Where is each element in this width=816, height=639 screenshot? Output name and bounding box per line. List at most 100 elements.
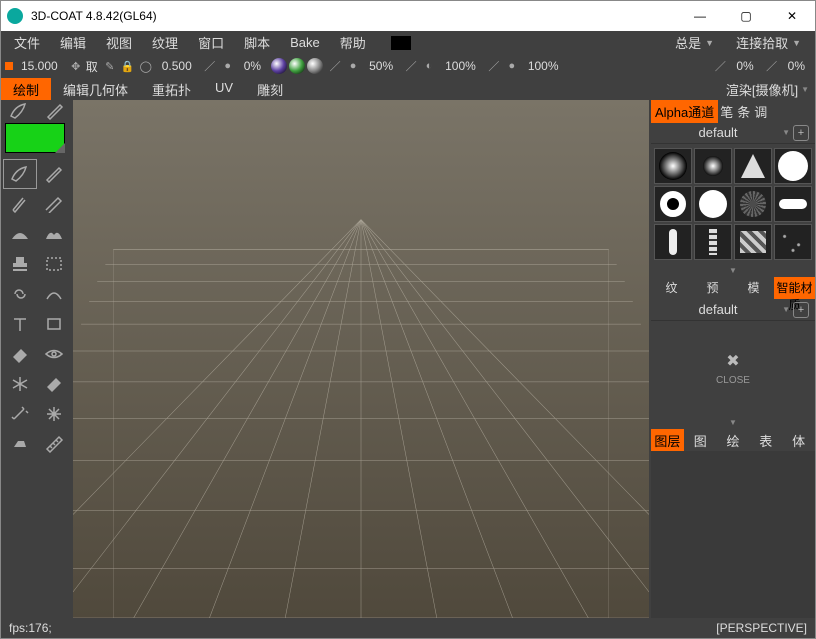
- alpha-expand[interactable]: ▼: [651, 264, 815, 277]
- maximize-button[interactable]: ▢: [723, 1, 769, 31]
- ball-gray-icon[interactable]: [307, 58, 323, 74]
- material-close[interactable]: ✖ CLOSE: [651, 321, 815, 416]
- menu-script[interactable]: 脚本: [235, 31, 279, 54]
- alpha-soft-round[interactable]: [654, 148, 692, 184]
- material-balls[interactable]: [271, 58, 323, 74]
- bg-color-swatch[interactable]: [391, 36, 411, 50]
- tool-spark[interactable]: [38, 400, 70, 428]
- render-camera-dropdown[interactable]: 渲染[摄像机] ▼: [720, 78, 815, 101]
- tool-blob[interactable]: [38, 220, 70, 248]
- pct1-value[interactable]: 0%: [238, 58, 267, 74]
- tool-shape[interactable]: [38, 310, 70, 338]
- tool-smudge[interactable]: [38, 370, 70, 398]
- tab-smartmat[interactable]: 智能材质: [774, 277, 815, 299]
- alpha-cubes[interactable]: [734, 224, 772, 260]
- pick-group[interactable]: ✥ 取: [68, 58, 98, 75]
- menu-view[interactable]: 视图: [97, 31, 141, 54]
- tool-select-rect[interactable]: [38, 250, 70, 278]
- pick-dropdown[interactable]: 连接拾取▼: [728, 31, 809, 54]
- tab-preview[interactable]: 预: [692, 277, 733, 299]
- alpha-ring[interactable]: [654, 186, 692, 222]
- tool-text[interactable]: [4, 310, 36, 338]
- tool-eye[interactable]: [38, 340, 70, 368]
- opacity2-group[interactable]: ／ ● 50%: [327, 58, 399, 74]
- tab-layers[interactable]: 图层: [651, 429, 684, 451]
- tab-model[interactable]: 模: [733, 277, 774, 299]
- ball-green-icon[interactable]: [289, 58, 305, 74]
- tab-tweak[interactable]: 编辑几何体: [51, 78, 140, 101]
- opacity1-group[interactable]: ／ ● 0%: [202, 58, 267, 74]
- opacity3-group[interactable]: ／ ◐ 100%: [403, 58, 482, 74]
- tab-retopo[interactable]: 重拓扑: [140, 78, 203, 101]
- tab-sculpt[interactable]: 雕刻: [245, 78, 295, 101]
- menu-file[interactable]: 文件: [5, 31, 49, 54]
- tab-uv[interactable]: UV: [203, 78, 245, 101]
- depth-value[interactable]: 0.500: [156, 58, 198, 74]
- material-expand[interactable]: ▼: [651, 416, 815, 429]
- tab-alpha[interactable]: Alpha通道: [651, 100, 718, 123]
- alpha-capsule[interactable]: [774, 186, 812, 222]
- tab-tex[interactable]: 纹: [651, 277, 692, 299]
- tool-ruler[interactable]: [38, 430, 70, 458]
- brush-hard-icon[interactable]: [41, 103, 69, 119]
- pct5-value[interactable]: 0%: [730, 58, 759, 74]
- opacity5-group[interactable]: ／ 0%: [712, 58, 759, 74]
- minimize-button[interactable]: —: [677, 1, 723, 31]
- menu-window[interactable]: 窗口: [189, 31, 233, 54]
- viewport[interactable]: [73, 100, 649, 618]
- tab-paint[interactable]: 绘制: [1, 78, 51, 101]
- radius-value[interactable]: 15.000: [15, 58, 64, 74]
- tool-stamp[interactable]: [4, 250, 36, 278]
- dot-icon: ●: [504, 58, 520, 74]
- add-material-button[interactable]: +: [793, 302, 809, 318]
- alpha-disc[interactable]: [694, 186, 732, 222]
- tool-curve[interactable]: [38, 280, 70, 308]
- alpha-preset-dropdown[interactable]: default ▼ +: [651, 122, 815, 144]
- close-button[interactable]: ✕: [769, 1, 815, 31]
- pct2-value[interactable]: 50%: [363, 58, 399, 74]
- tab-image[interactable]: 图: [684, 429, 717, 451]
- tool-eraser[interactable]: [4, 340, 36, 368]
- layer-list[interactable]: [651, 451, 815, 618]
- tab-surface[interactable]: 表: [749, 429, 782, 451]
- tab-adjust[interactable]: 调: [752, 100, 769, 123]
- alpha-noise[interactable]: [734, 186, 772, 222]
- pct6-value[interactable]: 0%: [782, 58, 811, 74]
- material-preset-dropdown[interactable]: default ▼ +: [651, 299, 815, 321]
- tab-strip[interactable]: 条: [735, 100, 752, 123]
- tab-brush[interactable]: 笔: [718, 100, 735, 123]
- alpha-chain[interactable]: [694, 224, 732, 260]
- brush-soft-icon[interactable]: [5, 103, 33, 119]
- opacity4-group[interactable]: ／ ● 100%: [486, 58, 565, 74]
- tab-volume[interactable]: 体: [782, 429, 815, 451]
- alpha-hard-round[interactable]: [774, 148, 812, 184]
- tool-pen[interactable]: [38, 160, 70, 188]
- menu-texture[interactable]: 纹理: [143, 31, 187, 54]
- alpha-cone[interactable]: [734, 148, 772, 184]
- alpha-vbar[interactable]: [654, 224, 692, 260]
- pct4-value[interactable]: 100%: [522, 58, 565, 74]
- tab-draw[interactable]: 绘: [717, 429, 750, 451]
- radius-group[interactable]: 15.000: [5, 58, 64, 74]
- alpha-soft-small[interactable]: [694, 148, 732, 184]
- tool-freeze[interactable]: [4, 370, 36, 398]
- tool-smudge-a[interactable]: [38, 190, 70, 218]
- menu-help[interactable]: 帮助: [331, 31, 375, 54]
- add-alpha-button[interactable]: +: [793, 125, 809, 141]
- ball-purple-icon[interactable]: [271, 58, 287, 74]
- foreground-color[interactable]: [5, 123, 65, 153]
- tool-brush[interactable]: [4, 160, 36, 188]
- always-dropdown[interactable]: 总是▼: [667, 31, 722, 54]
- opacity6-group[interactable]: ／ 0%: [764, 58, 811, 74]
- tool-hill[interactable]: [4, 220, 36, 248]
- tool-link[interactable]: [4, 280, 36, 308]
- pct3-value[interactable]: 100%: [439, 58, 482, 74]
- tool-eraser-a[interactable]: [4, 190, 36, 218]
- tool-iron[interactable]: [4, 430, 36, 458]
- lock-icon[interactable]: 🔒: [120, 58, 136, 74]
- menu-edit[interactable]: 编辑: [51, 31, 95, 54]
- menu-bake[interactable]: Bake: [281, 33, 329, 52]
- tool-wand[interactable]: [4, 400, 36, 428]
- alpha-scatter[interactable]: [774, 224, 812, 260]
- depth-group[interactable]: ✎ 🔒 ◯ 0.500: [102, 58, 198, 74]
